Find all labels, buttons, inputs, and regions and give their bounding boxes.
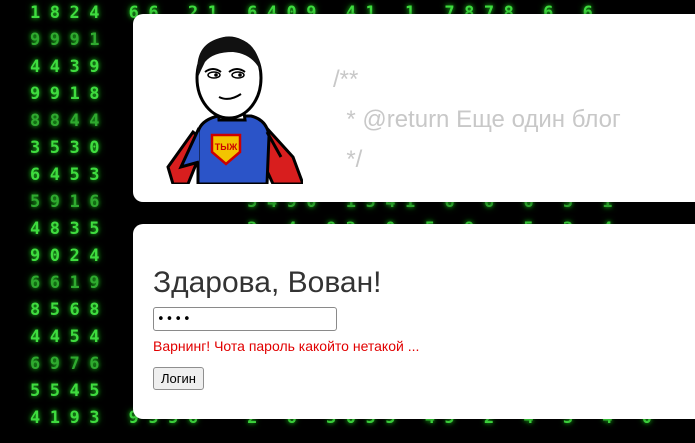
comment-line-return: * @return Еще один блог	[333, 106, 621, 133]
superhero-avatar: ТЫЖ	[166, 36, 303, 184]
badge-text: ТЫЖ	[215, 142, 238, 152]
greeting-heading: Здарова, Вован!	[153, 266, 382, 299]
header-panel: ТЫЖ /** * @return Еще один блог */	[133, 14, 695, 202]
login-panel: Здарова, Вован! Варнинг! Чота пароль как…	[133, 224, 695, 419]
password-warning: Варнинг! Чота пароль какойто нетакой ...	[153, 338, 420, 354]
password-input[interactable]	[153, 307, 337, 331]
login-button[interactable]: Логин	[153, 367, 204, 390]
comment-line-open: /**	[333, 66, 359, 93]
code-comment: /** * @return Еще один блог */	[333, 60, 621, 180]
comment-line-close: */	[333, 146, 363, 173]
